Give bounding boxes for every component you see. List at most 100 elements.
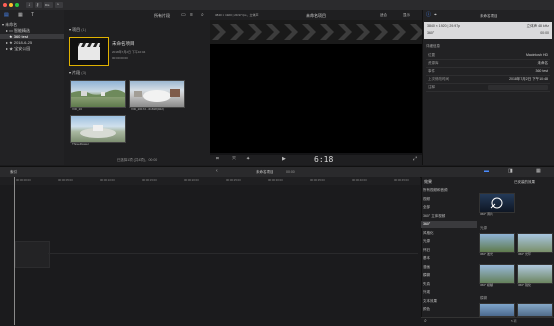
transform-tool-icon[interactable]: ⤧ xyxy=(232,157,236,162)
audio-icon[interactable]: ◨ xyxy=(508,169,513,174)
info-icon[interactable]: ⓘ xyxy=(426,13,431,18)
effects-category[interactable]: 怀旧 xyxy=(421,247,477,254)
clapper-icon xyxy=(78,43,100,60)
clock-icon: ◔ xyxy=(56,2,60,8)
effects-browser-icon[interactable]: ▦ xyxy=(536,169,541,174)
effects-group-light: 光源 xyxy=(480,226,487,230)
effect-thumbnail[interactable] xyxy=(479,193,515,213)
crop-tool-icon[interactable]: ⌗ xyxy=(216,157,219,162)
minimize-window-button[interactable] xyxy=(9,3,13,7)
effects-category[interactable]: 失真 xyxy=(421,281,477,288)
effect-thumbnail[interactable] xyxy=(517,303,553,317)
index-button[interactable]: 索引 xyxy=(10,170,17,175)
projects-section-label: 项目 xyxy=(72,27,81,32)
clip-appearance-icon[interactable]: ▭ xyxy=(181,13,186,18)
clips-section-header[interactable]: ▾ 片段 (3) xyxy=(69,70,86,76)
viewer-view-dropdown[interactable]: 显示 xyxy=(403,13,410,18)
search-icon[interactable]: ⌕ xyxy=(424,318,427,324)
timeline-timecode: 00:00 xyxy=(286,170,295,174)
panorama-image xyxy=(80,125,116,138)
row-value: 未命名 xyxy=(537,61,549,65)
library-item-360-test[interactable]: ★ 360 test xyxy=(0,34,64,39)
effects-category[interactable]: 360° xyxy=(421,221,477,228)
library-item-untitled[interactable]: ▾ 未命名 xyxy=(0,22,64,27)
effects-category[interactable]: 模糊 xyxy=(421,272,477,279)
effects-category[interactable]: 漫画 xyxy=(421,264,477,271)
zoom-window-button[interactable] xyxy=(15,3,19,7)
key-button[interactable]: ⚷ xyxy=(35,2,42,8)
fullscreen-icon[interactable]: ⤢ xyxy=(413,157,417,162)
list-view-icon[interactable]: ≡ xyxy=(190,13,193,18)
clip-thumbnail[interactable] xyxy=(70,80,126,108)
photos-icon[interactable]: ▦ xyxy=(18,13,23,18)
effects-title: 效果 xyxy=(424,179,432,184)
inspector-notes-row: 注释 xyxy=(426,84,550,92)
library-item-smart[interactable]: ▸ ▭ 智能精选 xyxy=(0,28,64,33)
panorama-image xyxy=(134,89,180,102)
inspector-mode: 360° xyxy=(427,31,435,35)
ruler-tick: 00:00:10:00 xyxy=(100,178,115,182)
clip-name: VID_20172...61818(022) xyxy=(131,107,164,111)
titles-icon[interactable]: T xyxy=(31,13,34,18)
notes-field[interactable] xyxy=(488,85,548,90)
clip-thumbnail[interactable] xyxy=(70,115,126,143)
ruler-tick: 00:00:00:00 xyxy=(16,178,31,182)
search-icon[interactable]: ⌕ xyxy=(201,13,204,18)
viewer-canvas[interactable] xyxy=(210,20,422,153)
project-thumbnail[interactable] xyxy=(69,37,109,66)
effects-category[interactable]: 光源 xyxy=(421,238,477,245)
inspector-row: 位置 Macintosh HD xyxy=(426,52,550,60)
share-icon[interactable]: ⌖ xyxy=(434,13,437,18)
installed-effects-dropdown[interactable]: 已安装的效果 xyxy=(514,180,535,185)
clips-section-label: 片段 xyxy=(72,70,81,75)
inspector-toolbar: ⓘ ⌖ 未命名项目 xyxy=(422,11,554,20)
clapper-stripe xyxy=(210,20,422,44)
effect-thumbnail[interactable] xyxy=(479,233,515,253)
effects-category[interactable]: 风格化 xyxy=(421,230,477,237)
library-toolbar: ▤ ▦ T xyxy=(0,11,64,20)
library-label: 未命名 xyxy=(5,22,18,27)
effect-thumbnail[interactable] xyxy=(479,303,515,317)
effect-label: 360° 锐化 xyxy=(518,283,532,287)
effects-category[interactable]: 外观 xyxy=(421,289,477,296)
row-key: 注释 xyxy=(428,85,435,89)
effect-label: 360° 光环 xyxy=(518,252,532,256)
timeline-area[interactable] xyxy=(0,177,420,325)
effect-thumbnail[interactable] xyxy=(479,264,515,284)
effect-thumbnail[interactable] xyxy=(517,264,553,284)
effect-thumbnail[interactable] xyxy=(517,233,553,253)
library-icon[interactable]: ▤ xyxy=(4,13,9,18)
effects-category[interactable]: 文本效果 xyxy=(421,298,477,305)
effects-category[interactable]: 视频 xyxy=(421,196,477,203)
close-window-button[interactable] xyxy=(3,3,7,7)
filter-dropdown[interactable]: 所有片段 xyxy=(154,13,170,19)
import-button[interactable]: ↓ xyxy=(26,2,33,8)
inspector-row: 上次修改时间 2018年7月2日 下午10:48 xyxy=(426,76,550,84)
primary-storyline[interactable] xyxy=(15,241,50,268)
back-arrow-icon[interactable]: ‹ xyxy=(216,169,218,174)
effects-category[interactable]: 基本 xyxy=(421,255,477,262)
clip-thumbnail[interactable] xyxy=(129,80,185,108)
smart-collection-label: 智能精选 xyxy=(14,28,31,33)
done-button[interactable]: Dis xyxy=(44,2,53,8)
play-button-icon[interactable]: ▶ xyxy=(282,157,286,162)
effects-category[interactable]: 全部 xyxy=(421,204,477,211)
effects-category[interactable]: 颜色 xyxy=(421,306,477,313)
enhance-tool-icon[interactable]: ✦ xyxy=(246,157,250,162)
done-label: Dis xyxy=(45,3,50,7)
background-tasks-button[interactable]: ◔ xyxy=(55,2,63,8)
effects-category[interactable]: 所有视频和音频 xyxy=(421,187,477,194)
viewer-fit-dropdown[interactable]: 适合 xyxy=(380,13,387,18)
library-item-baoan-park[interactable]: ▸ ★ 宝安公园 xyxy=(0,46,64,51)
event-icon: ▸ ★ xyxy=(6,40,13,45)
inspector-title: 未命名项目 xyxy=(480,14,498,18)
viewer-timecode: 6:18 xyxy=(314,155,334,164)
projects-section-header[interactable]: ▾ 项目 (1) xyxy=(69,27,86,33)
effects-category[interactable]: 360° 立体视频 xyxy=(421,213,477,220)
event-icon: ★ xyxy=(9,34,13,39)
folder-icon: ▸ ▭ xyxy=(6,28,13,33)
clip-appearance-icon[interactable]: ▬ xyxy=(484,169,489,174)
row-value: Macintosh HD xyxy=(526,53,548,57)
library-item-2018-6-25[interactable]: ▸ ★ 2018-6-25 xyxy=(0,40,64,45)
ruler-tick: 00:00:05:00 xyxy=(58,178,73,182)
